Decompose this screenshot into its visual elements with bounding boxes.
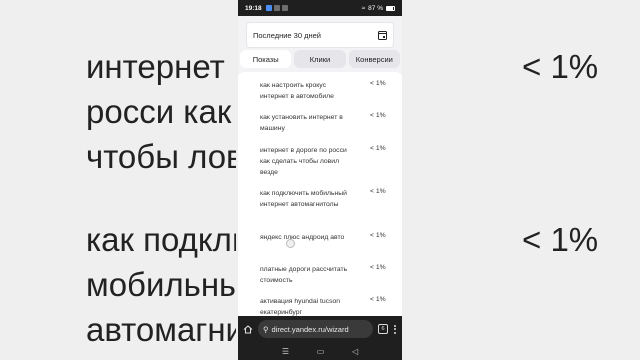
background-value-1: < 1% bbox=[522, 48, 599, 85]
home-nav-icon[interactable]: ▭ bbox=[317, 347, 325, 356]
status-time: 19:18 bbox=[245, 4, 262, 12]
background-line: росси как сдела bbox=[86, 93, 236, 130]
date-range-label: Последние 30 дней bbox=[253, 30, 321, 40]
calendar-icon[interactable] bbox=[378, 30, 387, 40]
query-share: < 1% bbox=[370, 232, 386, 239]
battery-percent: 87 % bbox=[368, 4, 383, 12]
query-list: как настроить крокус интернет в автомоби… bbox=[238, 72, 402, 322]
query-share: < 1% bbox=[370, 145, 386, 152]
background-value-2: < 1% bbox=[522, 221, 599, 258]
wifi-icon: ≈ bbox=[361, 4, 366, 12]
notification-icon bbox=[281, 5, 288, 11]
notification-icon bbox=[265, 5, 272, 11]
back-icon[interactable]: ◁ bbox=[352, 347, 358, 356]
metric-tabs: Показы Клики Конверсии bbox=[238, 48, 402, 70]
recents-icon[interactable]: ☰ bbox=[282, 347, 289, 356]
system-nav-bar: ☰ ▭ ◁ bbox=[238, 342, 402, 360]
query-share: < 1% bbox=[370, 264, 386, 271]
query-text: яндекс плюс андроид авто bbox=[260, 234, 345, 241]
page-content: Последние 30 дней Показы Клики Конверсии… bbox=[238, 16, 402, 322]
tab-clicks[interactable]: Клики bbox=[294, 50, 346, 68]
background-line: как подклю bbox=[86, 221, 236, 258]
date-range-selector[interactable]: Последние 30 дней bbox=[246, 22, 394, 48]
menu-icon[interactable] bbox=[393, 324, 397, 334]
home-icon[interactable] bbox=[243, 324, 253, 334]
browser-bar: ⚲ direct.yandex.ru/wizard 6 bbox=[238, 316, 402, 342]
background-line: мобильный bbox=[86, 266, 236, 303]
tabs-button[interactable]: 6 bbox=[378, 324, 388, 334]
query-text: активация hyundai tucson екатеринбург bbox=[260, 298, 341, 316]
query-text: интернет в дороге по росси как сделать ч… bbox=[260, 147, 347, 176]
query-text: как установить интернет в машину bbox=[260, 114, 343, 132]
query-share: < 1% bbox=[370, 80, 386, 87]
status-bar: 19:18 ≈ 87 % bbox=[238, 0, 402, 16]
site-settings-icon[interactable]: ⚲ bbox=[263, 325, 269, 334]
notification-icons bbox=[265, 5, 288, 11]
phone-screen: 19:18 ≈ 87 % Последние 30 дней Показы Кл… bbox=[238, 0, 402, 360]
screen: интернет в д росси как сдела чтобы ловил… bbox=[0, 0, 640, 360]
background-line: интернет в д bbox=[86, 48, 236, 85]
tab-conversions[interactable]: Конверсии bbox=[348, 50, 400, 68]
battery-icon bbox=[386, 5, 395, 11]
query-share: < 1% bbox=[370, 296, 386, 303]
query-share: < 1% bbox=[370, 188, 386, 195]
query-text: как подключить мобильный интернет автома… bbox=[260, 190, 347, 208]
notification-icon bbox=[273, 5, 280, 11]
background-text-2: как подклю мобильный автомагнит bbox=[86, 217, 236, 352]
query-share: < 1% bbox=[370, 112, 386, 119]
tab-impressions[interactable]: Показы bbox=[240, 50, 292, 68]
touch-indicator bbox=[286, 239, 295, 248]
background-text-1: интернет в д росси как сдела чтобы ловил bbox=[86, 44, 236, 179]
url-text: direct.yandex.ru/wizard bbox=[271, 324, 349, 334]
query-text: как настроить крокус интернет в автомоби… bbox=[260, 82, 334, 100]
status-right: ≈ 87 % bbox=[362, 5, 395, 12]
background-line: чтобы ловил bbox=[86, 138, 236, 175]
address-bar[interactable]: ⚲ direct.yandex.ru/wizard bbox=[258, 320, 373, 338]
query-text: платные дороги рассчитать стоимость bbox=[260, 266, 348, 284]
background-line: автомагнит bbox=[86, 311, 236, 348]
